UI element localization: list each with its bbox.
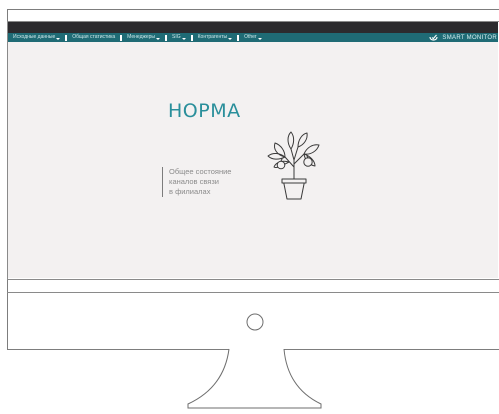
brand-name: SMART MONITOR [442, 34, 497, 41]
brand-logo[interactable]: SMART MONITOR [429, 33, 497, 42]
nav-item-contractors[interactable]: Контрагенты [197, 33, 233, 42]
nav-item-source-data[interactable]: Исходные данные [13, 33, 61, 42]
nav-item-label: SIG [172, 34, 181, 40]
nav-divider [237, 34, 240, 41]
chevron-down-icon[interactable] [56, 38, 61, 40]
nav-item-label: Общая статистика [72, 34, 116, 40]
monitor-stand [187, 348, 322, 409]
power-button [246, 313, 264, 331]
smile-check-logo-icon [429, 34, 439, 41]
nav-item-managers[interactable]: Менеджеры [127, 33, 161, 42]
nav-item-label: Other [244, 34, 257, 40]
nav-item-label: Контрагенты [197, 34, 228, 40]
nav-divider [65, 34, 68, 41]
nav-item-sig[interactable]: SIG [172, 33, 186, 42]
window-top-bar [8, 22, 498, 33]
chevron-down-icon[interactable] [228, 38, 233, 40]
nav-divider [190, 34, 193, 41]
nav-divider [165, 34, 168, 41]
potted-tree-icon [267, 131, 320, 200]
status-title: НОРМА [168, 100, 241, 122]
nav-item-general-stats[interactable]: Общая статистика [72, 33, 115, 42]
chevron-down-icon[interactable] [257, 38, 262, 40]
main-navigation: Исходные данные Общая статистика Менедже… [8, 33, 498, 42]
chevron-down-icon[interactable] [156, 38, 161, 40]
screen-area: Исходные данные Общая статистика Менедже… [8, 22, 498, 278]
nav-divider [120, 34, 123, 41]
nav-item-label: Исходные данные [13, 34, 56, 40]
nav-item-other[interactable]: Other [244, 33, 262, 42]
nav-item-label: Менеджеры [127, 34, 156, 40]
chevron-down-icon[interactable] [181, 38, 186, 40]
